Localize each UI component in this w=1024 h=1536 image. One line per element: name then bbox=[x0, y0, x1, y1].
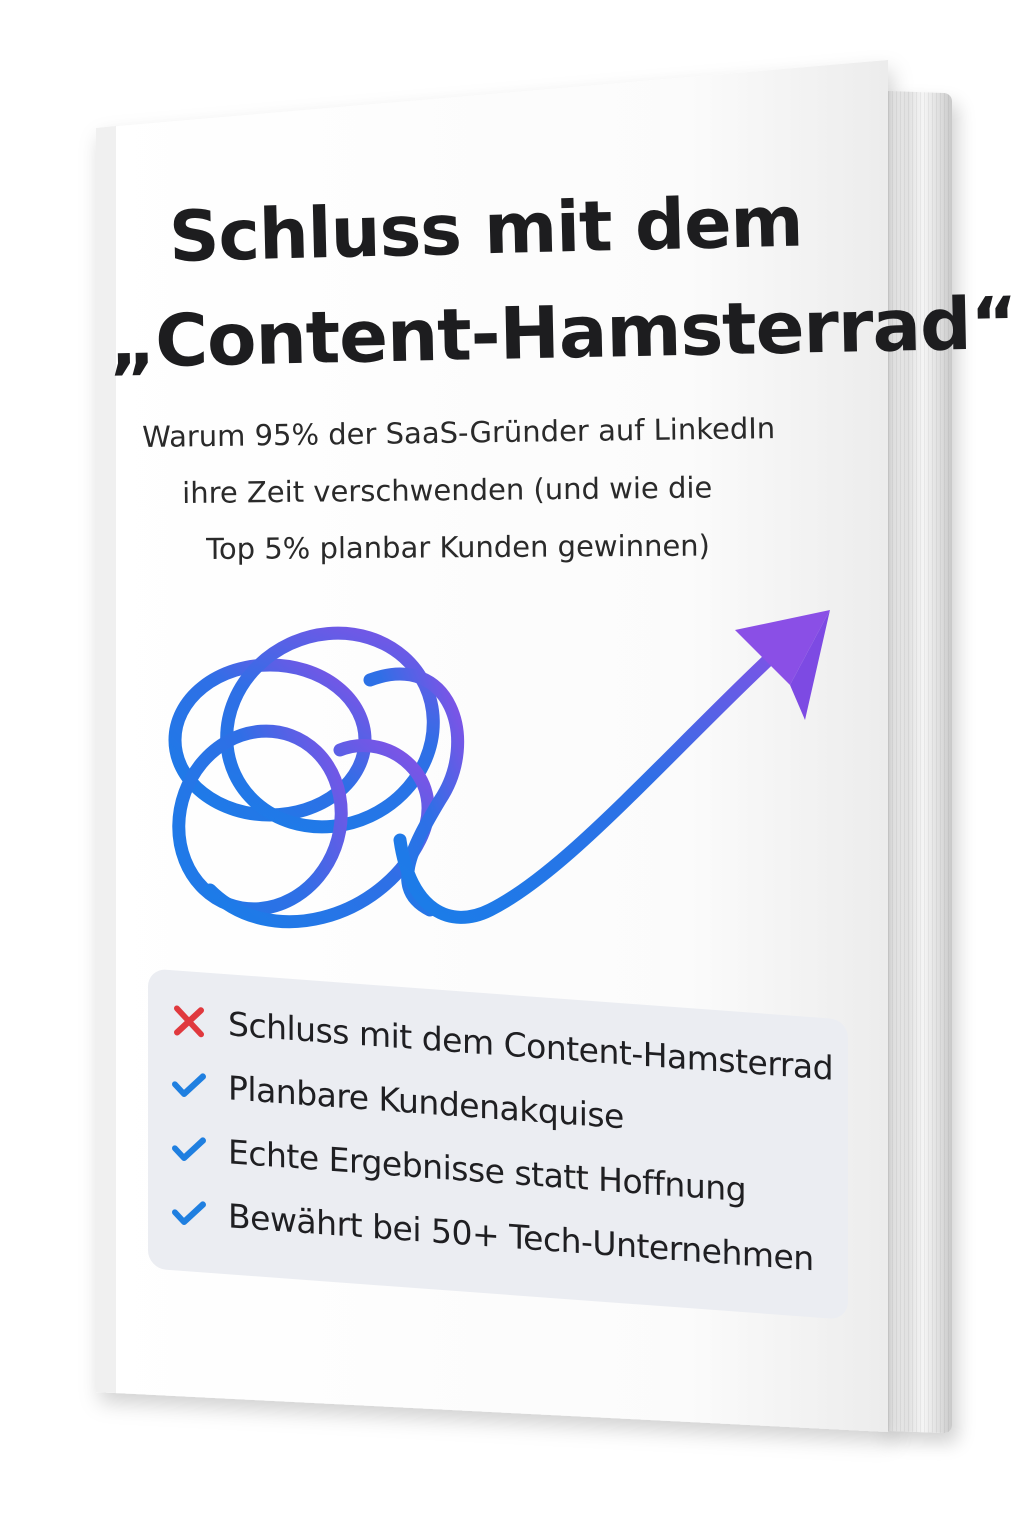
book-cover: Schluss mit dem „Content-Hamsterrad“ War… bbox=[0, 0, 1024, 1536]
book-subtitle-line-3: Top 5% planbar Kunden gewinnen) bbox=[206, 528, 711, 566]
tangled-line-to-arrow-icon bbox=[168, 610, 830, 929]
book-title-line-1: Schluss mit dem bbox=[168, 180, 804, 278]
book-subtitle-line-2: ihre Zeit verschwenden (und wie die bbox=[182, 470, 713, 510]
book-mockup: Schluss mit dem „Content-Hamsterrad“ War… bbox=[0, 0, 1024, 1536]
